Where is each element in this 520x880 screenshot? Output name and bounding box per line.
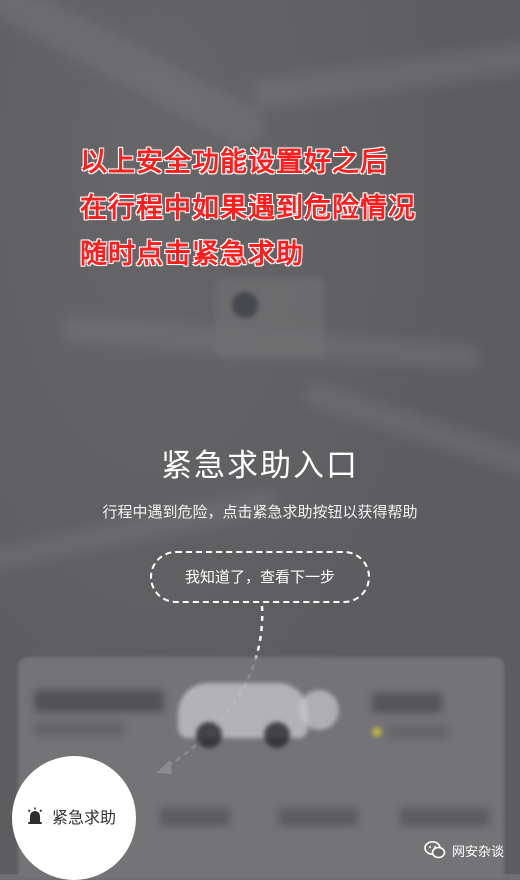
more-action[interactable] bbox=[400, 808, 490, 826]
driver-rating bbox=[388, 726, 448, 738]
alarm-icon bbox=[27, 807, 43, 824]
license-plate bbox=[34, 690, 164, 712]
driver-avatar bbox=[299, 690, 339, 730]
call-driver-action[interactable] bbox=[160, 808, 230, 826]
car-wheel-front bbox=[196, 722, 222, 748]
sos-button[interactable]: 紧急求助 bbox=[26, 800, 116, 832]
wechat-icon bbox=[424, 841, 446, 859]
star-icon bbox=[372, 727, 382, 737]
car-model bbox=[34, 722, 124, 736]
car-wheel-rear bbox=[264, 722, 290, 748]
share-trip-action[interactable] bbox=[278, 808, 358, 826]
sos-label: 紧急求助 bbox=[52, 808, 117, 827]
driver-name bbox=[372, 693, 442, 713]
watermark: 网安杂谈 bbox=[424, 840, 504, 860]
watermark-text: 网安杂谈 bbox=[451, 844, 504, 860]
